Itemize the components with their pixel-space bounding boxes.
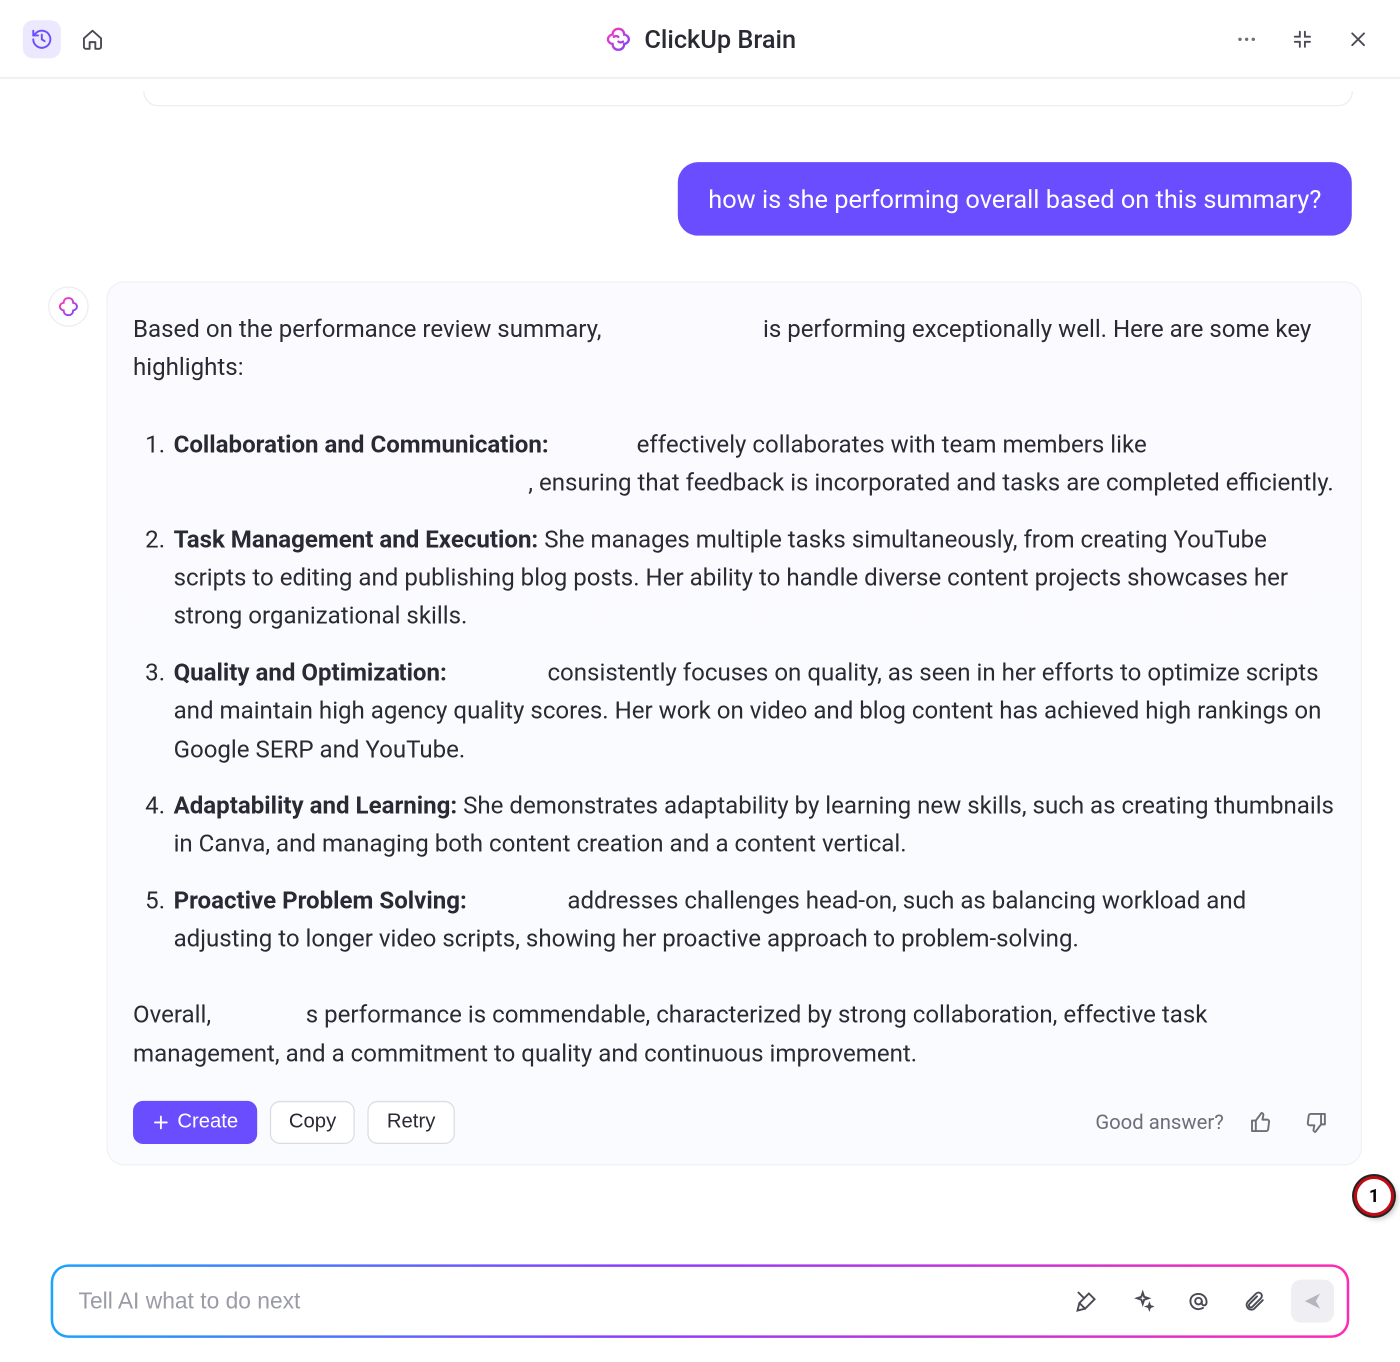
highlight-title-2: Task Management and Execution: [174, 524, 539, 553]
composer-input[interactable] [79, 1288, 1068, 1315]
intro-before: Based on the performance review summary, [133, 314, 602, 343]
composer-tools [1068, 1280, 1334, 1323]
brain-avatar-icon [57, 295, 80, 318]
header-right [1228, 20, 1377, 58]
send-button[interactable] [1291, 1280, 1334, 1323]
send-icon [1302, 1291, 1322, 1311]
chat-content: how is she performing overall based on t… [0, 79, 1400, 1246]
composer-area [0, 1245, 1400, 1362]
composer[interactable] [53, 1267, 1347, 1335]
attach-button[interactable] [1235, 1282, 1273, 1320]
highlight-item-2: Task Management and Execution: She manag… [171, 520, 1335, 636]
brain-logo-icon [604, 25, 632, 53]
tools-button[interactable] [1068, 1282, 1106, 1320]
thumbs-down-button[interactable] [1297, 1104, 1335, 1142]
sparkle-icon [1131, 1290, 1154, 1313]
paperclip-icon [1243, 1290, 1266, 1313]
highlight-title-5: Proactive Problem Solving: [174, 885, 467, 914]
retry-label: Retry [387, 1111, 435, 1134]
at-icon [1187, 1290, 1210, 1313]
outro-before: Overall, [133, 1000, 211, 1029]
annotation-marker: 1 [1354, 1176, 1394, 1216]
history-button[interactable] [23, 20, 61, 58]
assistant-avatar [48, 286, 89, 327]
message-actions: Create Copy Retry Good answer? [133, 1101, 1335, 1144]
collapse-button[interactable] [1283, 20, 1321, 58]
plus-icon [152, 1114, 170, 1132]
header-title-group: ClickUp Brain [604, 23, 796, 53]
home-button[interactable] [73, 20, 111, 58]
mention-button[interactable] [1179, 1282, 1217, 1320]
highlights-list: Collaboration and Communication: effecti… [133, 425, 1335, 958]
highlight-item-3: Quality and Optimization: consistently f… [171, 653, 1335, 769]
close-button[interactable] [1339, 20, 1377, 58]
outro-after: s performance is commendable, characteri… [133, 1000, 1207, 1068]
assistant-intro: Based on the performance review summary,… [133, 310, 1335, 387]
thumbs-up-button[interactable] [1242, 1104, 1280, 1142]
highlight-body-1b: , ensuring that feedback is incorporated… [528, 468, 1333, 497]
history-icon [30, 27, 53, 50]
highlight-item-4: Adaptability and Learning: She demonstra… [171, 787, 1335, 864]
assistant-message-row: Based on the performance review summary,… [48, 281, 1362, 1166]
copy-button[interactable]: Copy [270, 1101, 355, 1144]
feedback-group: Good answer? [1095, 1104, 1335, 1142]
highlight-title-3: Quality and Optimization: [174, 657, 447, 686]
assistant-outro: Overall, s performance is commendable, c… [133, 996, 1335, 1073]
collapse-icon [1292, 29, 1312, 49]
thumbs-down-icon [1305, 1111, 1328, 1134]
home-icon [81, 27, 104, 50]
page-title: ClickUp Brain [644, 23, 796, 53]
copy-label: Copy [289, 1111, 336, 1134]
highlight-item-1: Collaboration and Communication: effecti… [171, 425, 1335, 502]
marker-number: 1 [1369, 1186, 1379, 1207]
ai-sparkle-button[interactable] [1124, 1282, 1162, 1320]
close-icon [1348, 29, 1368, 49]
app-header: ClickUp Brain [0, 0, 1400, 79]
user-message-row: how is she performing overall based on t… [48, 162, 1362, 235]
dots-horizontal-icon [1235, 27, 1258, 50]
more-options-button[interactable] [1228, 20, 1266, 58]
thumbs-up-icon [1249, 1111, 1272, 1134]
highlight-body-1a: effectively collaborates with team membe… [637, 429, 1147, 458]
feedback-label: Good answer? [1095, 1107, 1224, 1139]
retry-button[interactable]: Retry [368, 1101, 454, 1144]
create-label: Create [177, 1111, 238, 1134]
user-message-text: how is she performing overall based on t… [708, 184, 1321, 214]
user-message-bubble: how is she performing overall based on t… [678, 162, 1352, 235]
create-button[interactable]: Create [133, 1101, 257, 1144]
tools-icon [1076, 1290, 1099, 1313]
composer-border [51, 1264, 1350, 1337]
highlight-item-5: Proactive Problem Solving: addresses cha… [171, 881, 1335, 958]
assistant-message-bubble: Based on the performance review summary,… [106, 281, 1361, 1166]
highlight-title-4: Adaptability and Learning: [174, 790, 458, 819]
previous-message-edge [143, 91, 1353, 106]
highlight-title-1: Collaboration and Communication: [174, 429, 549, 458]
header-left [23, 20, 112, 58]
